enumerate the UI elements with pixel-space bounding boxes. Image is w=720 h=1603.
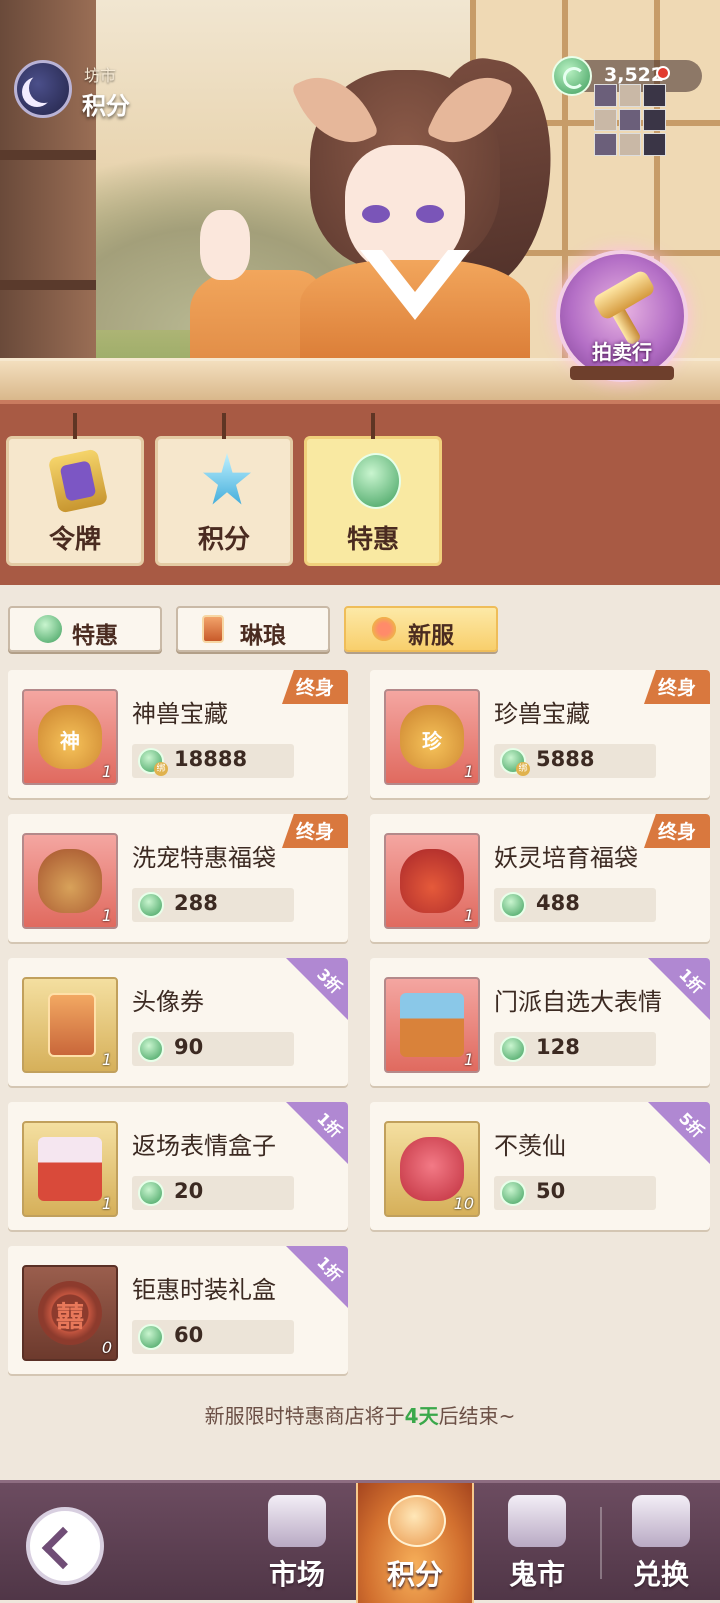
shopkeeper-character (190, 30, 569, 370)
category-label: 特惠 (346, 525, 399, 555)
discount-tag: 5折 (648, 1102, 710, 1164)
shop-item[interactable]: 1 妖灵培育福袋 488 终身 (370, 814, 710, 942)
card-icon (202, 615, 224, 643)
shop-item[interactable]: 1 返场表情盒子 20 1折 (8, 1102, 348, 1230)
nav-ghost-market[interactable]: 鬼市 (478, 1483, 596, 1603)
lifetime-tag: 终身 (644, 814, 710, 848)
item-icon: 神 1 (22, 689, 118, 785)
star-icon (203, 453, 251, 505)
jade-coin-icon (500, 1036, 526, 1062)
category-deals[interactable]: 特惠 (304, 413, 442, 566)
exchange-icon (632, 1495, 690, 1547)
jade-coin-icon (500, 1180, 526, 1206)
item-icon: 囍 0 (22, 1265, 118, 1361)
nav-market[interactable]: 市场 (238, 1483, 356, 1603)
item-icon: 1 (22, 833, 118, 929)
currency-amount: 3,522 (604, 64, 665, 86)
item-name: 门派自选大表情 (494, 988, 662, 1016)
jade-coin-icon (138, 892, 164, 918)
avatar-collage[interactable] (594, 84, 666, 156)
jade-coin-icon (34, 615, 62, 643)
jade-coin-icon (138, 1324, 164, 1350)
jade-coin-icon (138, 1036, 164, 1062)
item-name: 珍兽宝藏 (494, 700, 590, 728)
item-name: 返场表情盒子 (132, 1132, 276, 1160)
bottom-nav: 市场 积分 鬼市 兑换 (0, 1480, 720, 1603)
category-label: 令牌 (48, 525, 101, 555)
item-name: 神兽宝藏 (132, 700, 228, 728)
jade-coin-icon (500, 892, 526, 918)
back-arrow-icon (41, 1526, 85, 1570)
price-bar: 60 (132, 1320, 294, 1354)
price-bar: 18888 (132, 744, 294, 778)
subtab-new-server[interactable]: 新服 (344, 606, 498, 652)
item-icon: 珍 1 (384, 689, 480, 785)
item-icon: 1 (22, 977, 118, 1073)
category-token[interactable]: 令牌 (6, 413, 144, 566)
market-icon (268, 1495, 326, 1547)
shop-item[interactable]: 1 洗宠特惠福袋 288 终身 (8, 814, 348, 942)
price-bar: 20 (132, 1176, 294, 1210)
points-icon (388, 1495, 446, 1547)
location-title: 积分 (82, 92, 130, 120)
price-bar: 288 (132, 888, 294, 922)
token-icon (47, 448, 109, 514)
hero-banner: 坊市 积分 3,522 拍卖行 (0, 0, 720, 400)
item-name: 钜惠时装礼盒 (132, 1276, 276, 1304)
shop-item[interactable]: 1 头像券 90 3折 (8, 958, 348, 1086)
lifetime-tag: 终身 (282, 670, 348, 704)
jade-coin-icon (500, 748, 530, 776)
discount-tag: 3折 (286, 958, 348, 1020)
price-bar: 5888 (494, 744, 656, 778)
shop-item[interactable]: 10 不羡仙 50 5折 (370, 1102, 710, 1230)
jade-coin-icon (138, 1180, 164, 1206)
days-remaining: 4天 (404, 1404, 439, 1428)
item-icon: 1 (384, 977, 480, 1073)
nav-points[interactable]: 积分 (356, 1483, 474, 1603)
price-bar: 488 (494, 888, 656, 922)
shop-end-notice: 新服限时特惠商店将于4天后结束~ (204, 1404, 516, 1428)
jade-coin-icon (552, 56, 592, 96)
nav-exchange[interactable]: 兑换 (602, 1483, 720, 1603)
shop-item[interactable]: 囍 0 钜惠时装礼盒 60 1折 (8, 1246, 348, 1374)
auction-house-button[interactable]: 拍卖行 (556, 250, 688, 382)
price-bar: 128 (494, 1032, 656, 1066)
item-name: 妖灵培育福袋 (494, 844, 638, 872)
notification-dot (656, 66, 670, 80)
item-icon: 1 (22, 1121, 118, 1217)
category-panel: 令牌 积分 特惠 (0, 400, 720, 585)
flower-icon (370, 615, 398, 643)
jade-coin-icon (351, 453, 401, 509)
shop-item[interactable]: 1 门派自选大表情 128 1折 (370, 958, 710, 1086)
item-name: 头像券 (132, 988, 204, 1016)
moon-icon[interactable] (14, 60, 72, 118)
auction-label: 拍卖行 (592, 340, 652, 364)
shop-item[interactable]: 神 1 神兽宝藏 18888 终身 (8, 670, 348, 798)
category-label: 积分 (197, 525, 250, 555)
item-icon: 10 (384, 1121, 480, 1217)
jade-coin-icon (138, 748, 168, 776)
discount-tag: 1折 (286, 1246, 348, 1308)
shop-item[interactable]: 珍 1 珍兽宝藏 5888 终身 (370, 670, 710, 798)
lifetime-tag: 终身 (644, 670, 710, 704)
subtab-linlang[interactable]: 琳琅 (176, 606, 330, 652)
price-bar: 90 (132, 1032, 294, 1066)
lifetime-tag: 终身 (282, 814, 348, 848)
location-subtitle: 坊市 (84, 66, 117, 85)
ghost-market-icon (508, 1495, 566, 1547)
subtab-deals[interactable]: 特惠 (8, 606, 162, 652)
discount-tag: 1折 (286, 1102, 348, 1164)
back-button[interactable] (26, 1507, 104, 1585)
price-bar: 50 (494, 1176, 656, 1210)
item-name: 洗宠特惠福袋 (132, 844, 276, 872)
category-points[interactable]: 积分 (155, 413, 293, 566)
item-name: 不羡仙 (494, 1132, 566, 1160)
item-icon: 1 (384, 833, 480, 929)
